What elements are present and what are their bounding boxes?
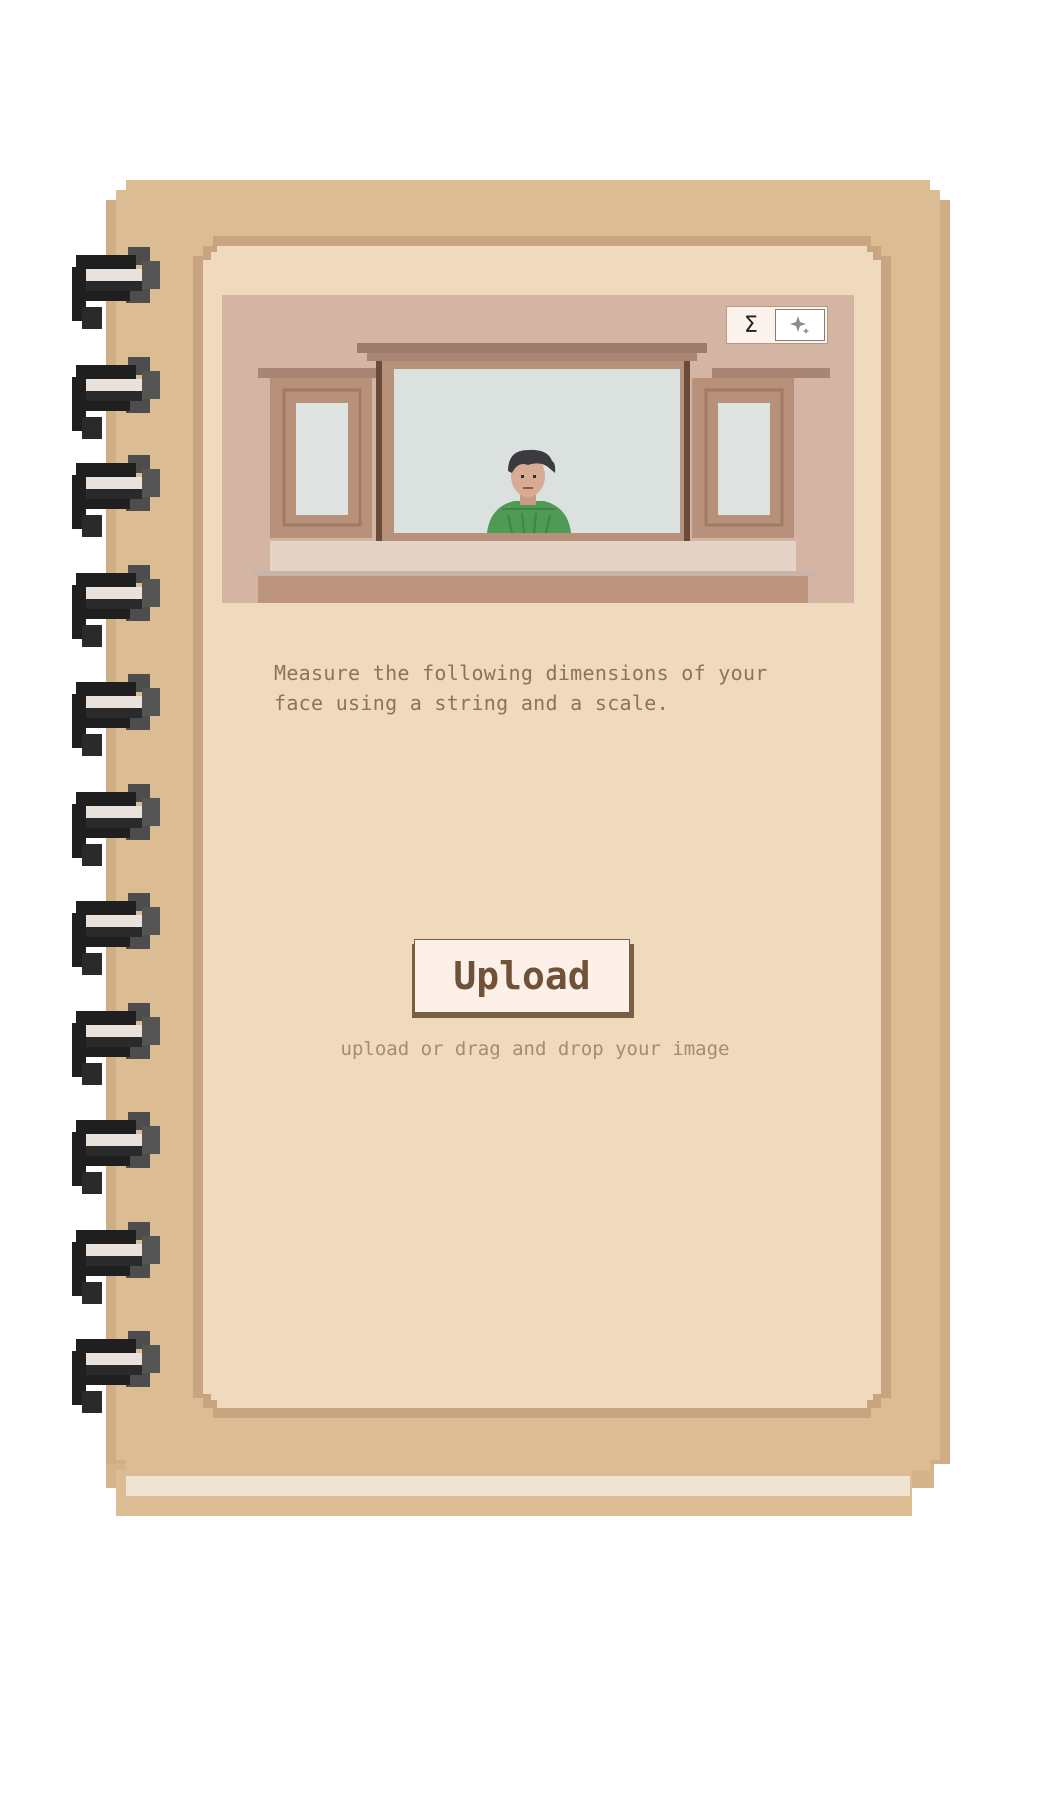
spiral-ring — [70, 891, 162, 979]
instructions-line-2: face using a string and a scale. — [274, 691, 669, 715]
spiral-ring — [70, 355, 162, 443]
spiral-ring — [70, 1220, 162, 1308]
ai-mode-button[interactable] — [775, 309, 825, 341]
spiral-ring — [70, 1110, 162, 1198]
back-page-paper — [126, 1476, 910, 1496]
sum-mode-button[interactable]: Σ — [727, 307, 775, 343]
sparkle-icon — [790, 316, 809, 334]
spiral-ring — [70, 245, 162, 333]
upload-button[interactable]: Upload — [414, 939, 630, 1013]
mode-toggle[interactable]: Σ — [726, 306, 828, 344]
notebook: Σ Measure the following dimensions of yo… — [0, 0, 1040, 1803]
spiral-ring — [70, 782, 162, 870]
spiral-ring — [70, 1329, 162, 1417]
spiral-ring — [70, 453, 162, 541]
spiral-ring — [70, 563, 162, 651]
instructions-text: Measure the following dimensions of your… — [274, 658, 794, 718]
instructions-line-1: Measure the following dimensions of your — [274, 661, 768, 685]
spiral-ring — [70, 1001, 162, 1089]
spiral-ring — [70, 672, 162, 760]
upload-hint-text: upload or drag and drop your image — [340, 1038, 730, 1060]
